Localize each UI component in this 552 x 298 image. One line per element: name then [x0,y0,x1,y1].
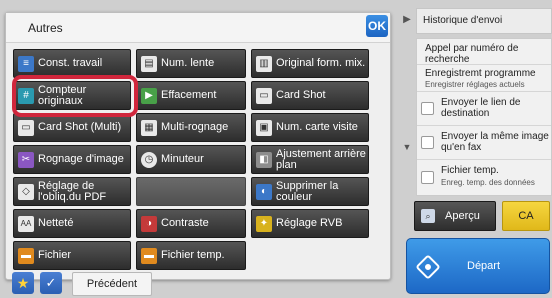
slow-scan-button[interactable]: ▤ Num. lente [136,49,246,78]
checkbox[interactable] [421,136,434,149]
preview-button[interactable]: ⌕ Aperçu [414,201,496,231]
item-sublabel: Enregistrer réglages actuels [425,80,525,89]
contrast-icon: ◑ [141,215,157,232]
background-adjust-button[interactable]: ◧ Ajustement arrière plan [251,145,369,174]
right-panel: ▶ Historique d'envoi Appel par numéro de… [398,0,552,298]
button-label: Réglage de l'obliq.du PDF [38,179,107,203]
sharpness-icon: AA [18,215,34,232]
checkmark-icon[interactable]: ✓ [40,272,62,294]
quick-file-icon: ▬ [141,247,157,264]
button-label: Multi-rognage [161,121,229,133]
checkbox[interactable] [421,102,434,115]
multi-crop-button[interactable]: ▦ Multi-rognage [136,113,246,142]
scroll-down-icon[interactable]: ▼ [400,142,414,154]
button-label: Minuteur [161,153,204,165]
job-build-icon: ≡ [18,55,34,72]
business-card-scan-icon: ▣ [256,119,272,136]
favorite-star-icon[interactable]: ★ [12,272,34,294]
button-label: Original form. mix. [276,57,366,69]
others-dialog: Autres OK ≡ Const. travail ▤ Num. lente … [5,12,391,280]
send-history-button[interactable]: Historique d'envoi [416,8,552,34]
card-shot-multi-icon: ▭ [18,119,34,136]
button-label: Contraste [161,217,209,229]
previous-button[interactable]: Précédent [72,272,152,296]
button-label: Fichier temp. [161,249,225,261]
card-shot-button[interactable]: ▭ Card Shot [251,81,369,110]
button-label: Fichier [38,249,72,261]
button-label: Netteté [38,217,74,229]
sharpness-button[interactable]: AA Netteté [13,209,131,238]
list-item[interactable]: Envoyer la même image qu'en fax [417,126,551,160]
erase-icon: ▶ [141,87,157,104]
image-crop-button[interactable]: ✂ Rognage d'image [13,145,131,174]
start-label: Départ [467,260,501,272]
color-suppress-icon: ◐ [256,183,272,200]
file-button[interactable]: ▬ Fichier [13,241,131,270]
button-label: Card Shot [276,89,326,101]
selection-highlight [12,75,138,117]
timer-button[interactable]: ◷ Minuteur [136,145,246,174]
image-crop-icon: ✂ [18,151,34,168]
dialog-title: Autres [28,21,63,35]
action-list: Appel par numéro de recherche Enregistre… [416,38,552,196]
business-card-scan-button[interactable]: ▣ Num. carte visite [251,113,369,142]
contrast-button[interactable]: ◑ Contraste [136,209,246,238]
quick-file-button[interactable]: ▬ Fichier temp. [136,241,246,270]
button-label: Effacement [161,89,217,101]
job-build-button[interactable]: ≡ Const. travail [13,49,131,78]
erase-button[interactable]: ▶ Effacement [136,81,246,110]
item-label: Appel par numéro de recherche [425,43,519,65]
preview-label: Aperçu [445,210,480,222]
button-label: Réglage RVB [276,217,343,229]
rgb-adjust-button[interactable]: ✦ Réglage RVB [251,209,369,238]
blank-icon [141,184,157,200]
mixed-size-original-button[interactable]: ▥ Original form. mix. [251,49,369,78]
start-button[interactable]: Départ [406,238,550,294]
mixed-size-original-icon: ▥ [256,55,272,72]
timer-icon: ◷ [141,151,157,168]
expand-arrow-icon[interactable]: ▶ [400,10,414,30]
start-icon [415,254,441,280]
ok-button[interactable]: OK [366,15,388,37]
clear-all-button[interactable]: CA [502,201,550,231]
item-sublabel: Enreg. temp. des données [441,178,535,187]
checkbox[interactable] [421,171,434,184]
slow-scan-icon: ▤ [141,55,157,72]
list-item[interactable]: Envoyer le lien de destination [417,92,551,126]
color-suppress-button[interactable]: ◐ Supprimer la couleur [251,177,369,206]
button-label: Num. lente [161,57,215,69]
pdf-skew-button[interactable]: ◇ Réglage de l'obliq.du PDF [13,177,131,206]
card-shot-icon: ▭ [256,87,272,104]
item-label: Enregistremt programme [425,68,536,79]
background-adjust-icon: ◧ [256,151,272,168]
multi-crop-icon: ▦ [141,119,157,136]
folder-icon: ▬ [18,247,34,264]
disabled-button [136,177,246,206]
list-item[interactable]: Fichier temp. Enreg. temp. des données [417,160,551,195]
list-item[interactable]: Enregistremt programme Enregistrer régla… [417,65,551,92]
item-label: Fichier temp. [441,165,499,176]
list-item[interactable]: Appel par numéro de recherche [417,39,551,65]
card-shot-multi-button[interactable]: ▭ Card Shot (Multi) [13,113,131,142]
button-label: Rognage d'image [38,153,124,165]
dialog-header: Autres OK [6,13,390,43]
button-label: Supprimer la couleur [276,179,339,203]
button-label: Ajustement arrière plan [276,147,366,171]
button-label: Num. carte visite [276,121,358,133]
button-label: Card Shot (Multi) [38,121,122,133]
button-label: Const. travail [38,57,103,69]
rgb-adjust-icon: ✦ [256,215,272,232]
item-label: Envoyer le lien de destination [441,97,521,119]
magnifier-icon: ⌕ [421,209,435,223]
item-label: Envoyer la même image qu'en fax [441,131,549,153]
pdf-skew-icon: ◇ [18,183,34,200]
